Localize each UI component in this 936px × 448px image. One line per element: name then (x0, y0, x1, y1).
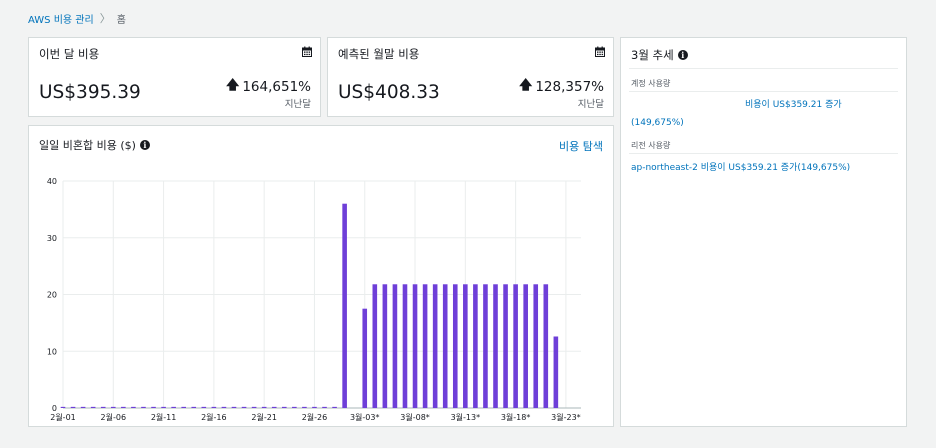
current-month-cost-card: 이번 달 비용 US$395.39 🡅 164,651% 지난달 (28, 37, 321, 117)
bar[interactable] (422, 284, 428, 408)
forecast-cost-value: US$408.33 (338, 82, 440, 103)
bar[interactable] (261, 406, 267, 408)
daily-cost-chart: 0 10 20 30 40 2월-01 2월-06 2월-11 2월-16 2월-21 2월-26 3… (47, 177, 581, 422)
arrow-up-icon: 🡅 (225, 78, 240, 93)
region-usage-link[interactable]: ap-northeast-2 비용이 US$359.21 증가(149,675%… (631, 160, 850, 173)
calendar-icon[interactable] (302, 46, 312, 57)
bar[interactable] (503, 284, 508, 408)
x-tick-label: 2월-21 (251, 412, 277, 422)
bar[interactable] (141, 406, 146, 408)
x-tick-label: 2월-26 (302, 412, 328, 422)
bar[interactable] (80, 406, 86, 408)
bar[interactable] (171, 406, 176, 408)
y-tick-label: 40 (47, 177, 57, 186)
bar[interactable] (322, 406, 327, 408)
bar[interactable] (181, 406, 186, 408)
bar[interactable] (151, 406, 156, 408)
bar[interactable] (70, 406, 76, 408)
divider (629, 91, 898, 92)
bar[interactable] (513, 284, 518, 408)
current-month-cost-value: US$395.39 (39, 82, 141, 103)
y-tick-label: 10 (47, 347, 57, 356)
trends-title: 3월 추세 i (631, 47, 688, 63)
bar[interactable] (392, 284, 398, 408)
bar[interactable] (231, 406, 237, 408)
account-usage-label: 계정 사용량 (631, 79, 671, 88)
bar[interactable] (201, 406, 207, 408)
current-month-cost-title: 이번 달 비용 (39, 47, 100, 61)
bar[interactable] (523, 284, 528, 408)
breadcrumb-current: 홈 (116, 14, 126, 26)
bar[interactable] (432, 284, 438, 408)
bar[interactable] (211, 406, 217, 408)
x-tick-label: 2월-16 (201, 412, 227, 422)
y-tick-label: 20 (47, 291, 57, 300)
bar[interactable] (493, 284, 498, 408)
bar[interactable] (543, 284, 549, 408)
bar[interactable] (533, 284, 539, 408)
calendar-icon[interactable] (595, 46, 605, 57)
y-tick-label: 30 (47, 234, 57, 243)
bar[interactable] (281, 406, 287, 408)
x-tick-label: 3월-08* (400, 412, 430, 422)
bar[interactable] (452, 284, 458, 408)
bar[interactable] (131, 406, 136, 408)
bar[interactable] (60, 406, 66, 408)
account-usage-link[interactable]: 비용이 US$359.21 증가 (745, 97, 842, 110)
bar[interactable] (473, 284, 478, 408)
bar[interactable] (442, 284, 448, 408)
bar[interactable] (251, 406, 257, 408)
trends-title-text: 3월 추세 (631, 48, 674, 62)
x-tick-label: 3월-13* (451, 412, 481, 422)
bar[interactable] (463, 284, 468, 408)
bar[interactable] (90, 406, 96, 408)
x-tick-label: 2월-06 (101, 412, 127, 422)
bar[interactable] (362, 308, 368, 408)
bar[interactable] (110, 406, 116, 408)
bar[interactable] (241, 406, 247, 408)
info-icon[interactable]: i (677, 50, 688, 60)
divider (629, 68, 898, 69)
bar[interactable] (312, 406, 317, 408)
current-month-delta: 🡅 164,651% 지난달 (226, 76, 311, 110)
x-tick-label: 3월-23* (551, 412, 581, 422)
daily-cost-chart-panel: 일일 비혼합 비용 ($) i 비용 탐색 0 10 20 30 40 2월-01 2월-0… (28, 125, 614, 427)
forecast-cost-card: 예측된 월말 비용 US$408.33 🡅 128,357% 지난달 (327, 37, 614, 117)
bar[interactable] (302, 406, 307, 408)
current-month-delta-label: 지난달 (284, 99, 311, 110)
bar[interactable] (402, 284, 408, 408)
bar[interactable] (161, 406, 166, 408)
region-usage-label: 리전 사용량 (631, 141, 671, 150)
arrow-up-icon: 🡅 (518, 78, 533, 93)
x-tick-label: 3월-18* (501, 412, 531, 422)
bar[interactable] (221, 406, 227, 408)
forecast-delta-percent: 128,357% (535, 79, 604, 95)
bar[interactable] (292, 406, 297, 408)
current-month-delta-percent: 164,651% (242, 79, 311, 95)
breadcrumb-separator: 〉 (99, 12, 111, 25)
x-tick-label: 2월-01 (50, 412, 76, 422)
forecast-delta-label: 지난달 (577, 99, 604, 110)
x-tick-label: 2월-11 (151, 412, 177, 422)
divider (629, 153, 898, 154)
account-usage-percent[interactable]: (149,675%) (631, 118, 684, 128)
bar[interactable] (332, 406, 337, 408)
bar[interactable] (121, 406, 126, 408)
bar[interactable] (372, 284, 378, 408)
bar[interactable] (412, 284, 418, 408)
bar[interactable] (191, 406, 197, 408)
forecast-cost-title: 예측된 월말 비용 (338, 47, 420, 61)
breadcrumb: AWS 비용 관리 〉 홈 (28, 10, 126, 26)
x-tick-label: 3월-03* (350, 412, 380, 422)
bar[interactable] (271, 406, 277, 408)
y-tick-label: 0 (52, 404, 57, 413)
bar[interactable] (100, 406, 106, 408)
bar[interactable] (382, 284, 388, 408)
forecast-delta: 🡅 128,357% 지난달 (519, 76, 604, 110)
trends-panel: 3월 추세 i 계정 사용량 비용이 US$359.21 증가 (149,675… (620, 37, 907, 427)
breadcrumb-root-link[interactable]: AWS 비용 관리 (28, 11, 94, 26)
bar[interactable] (483, 284, 488, 408)
bar[interactable] (342, 203, 347, 408)
bar[interactable] (553, 336, 559, 408)
